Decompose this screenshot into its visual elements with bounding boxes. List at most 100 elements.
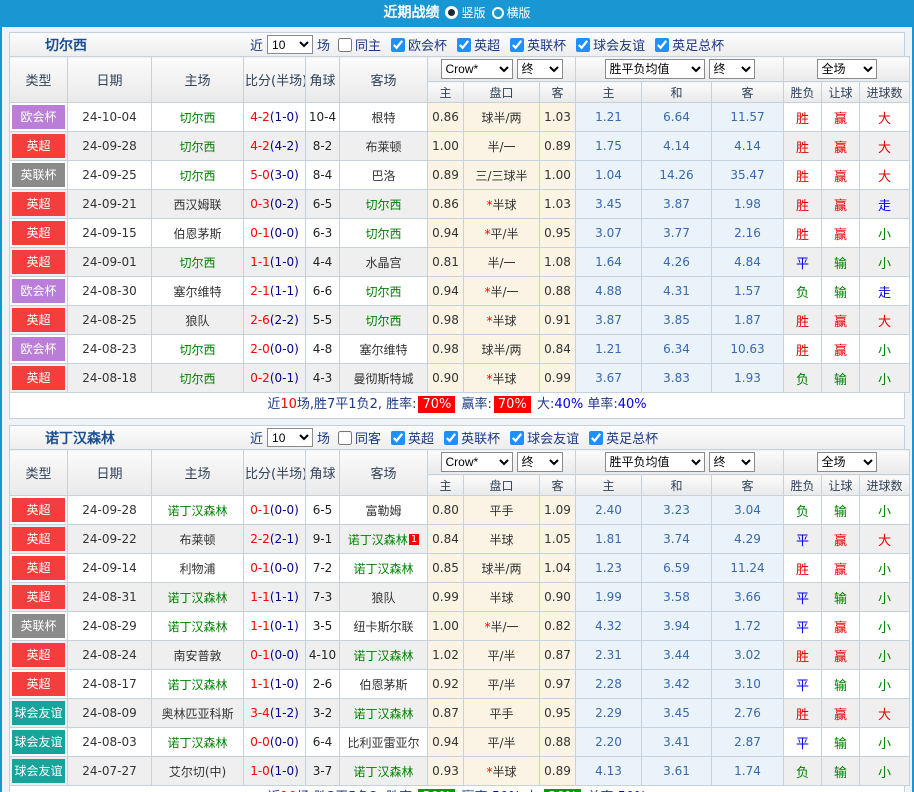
final-select-2[interactable]: 终 <box>709 59 755 79</box>
radio-vertical-selected-icon[interactable] <box>445 6 458 19</box>
scope-select[interactable]: 全场 <box>817 59 877 79</box>
halftime-score: (0-1) <box>270 619 299 633</box>
final-select-2[interactable]: 终 <box>709 452 755 472</box>
halftime-score: (1-0) <box>270 255 299 269</box>
final-select-1[interactable]: 终 <box>517 59 563 79</box>
score-cell: 2-1(1-1) <box>244 277 306 306</box>
bookmaker-select[interactable]: Crow* <box>441 59 513 79</box>
goals-result-cell: 小 <box>860 583 910 612</box>
league-type-cell: 英超 <box>10 496 68 525</box>
same-venue-label[interactable]: 同客 <box>355 428 381 447</box>
wdl-result-cell: 胜 <box>784 219 822 248</box>
avg-select[interactable]: 胜平负均值 <box>605 59 705 79</box>
wdl-result-cell: 平 <box>784 248 822 277</box>
radio-horizontal-icon[interactable] <box>492 7 504 19</box>
odds-home-cell: 1.00 <box>428 612 464 641</box>
sub-odds-away: 客 <box>540 475 576 496</box>
away-team-cell: 切尔西 <box>340 190 428 219</box>
same-venue-label[interactable]: 同主 <box>355 35 381 54</box>
score-cell: 0-2(0-1) <box>244 364 306 393</box>
handicap-result-cell: 赢 <box>822 335 860 364</box>
scope-select[interactable]: 全场 <box>817 452 877 472</box>
league-type-cell: 英超 <box>10 219 68 248</box>
league-type-cell: 球会友谊 <box>10 728 68 757</box>
league-checkbox-label[interactable]: 英联杯 <box>461 428 500 447</box>
league-checkbox-0[interactable] <box>391 431 405 445</box>
odds-home-cell: 0.86 <box>428 190 464 219</box>
same-venue-checkbox[interactable] <box>338 38 352 52</box>
corner-cell: 9-1 <box>306 525 340 554</box>
away-team-cell: 诺丁汉森林 <box>340 554 428 583</box>
match-row: 英联杯 24-09-25 切尔西 5-0(3-0) 8-4 巴洛 0.89 三/… <box>10 161 910 190</box>
handicap-result-cell: 赢 <box>822 525 860 554</box>
league-type-cell: 英超 <box>10 248 68 277</box>
sub-result-wdl: 胜负 <box>784 82 822 103</box>
same-venue-checkbox[interactable] <box>338 431 352 445</box>
league-checkbox-1[interactable] <box>444 431 458 445</box>
league-checkbox-1[interactable] <box>457 38 471 52</box>
corner-cell: 6-4 <box>306 728 340 757</box>
sub-odds-handicap: 盘口 <box>464 475 540 496</box>
fulltime-score: 0-1 <box>250 226 270 240</box>
match-row: 英超 24-08-31 诺丁汉森林 1-1(1-1) 7-3 狼队 0.99 半… <box>10 583 910 612</box>
odds-home-cell: 0.90 <box>428 364 464 393</box>
league-checkbox-label[interactable]: 英足总杯 <box>606 428 658 447</box>
avg-away-cell: 35.47 <box>712 161 784 190</box>
bookmaker-select[interactable]: Crow* <box>441 452 513 472</box>
league-checkbox-0[interactable] <box>391 38 405 52</box>
league-checkbox-4[interactable] <box>655 38 669 52</box>
avg-draw-cell: 6.64 <box>642 103 712 132</box>
league-type-cell: 欧会杯 <box>10 277 68 306</box>
odds-home-cell: 0.86 <box>428 103 464 132</box>
league-checkbox-label[interactable]: 英超 <box>474 35 500 54</box>
league-checkbox-label[interactable]: 英足总杯 <box>672 35 724 54</box>
fulltime-score: 0-3 <box>250 197 270 211</box>
score-cell: 1-1(1-0) <box>244 248 306 277</box>
corner-cell: 6-5 <box>306 496 340 525</box>
league-type-cell: 英超 <box>10 132 68 161</box>
col-date: 日期 <box>68 57 152 103</box>
league-checkbox-label[interactable]: 英联杯 <box>527 35 566 54</box>
fulltime-score: 1-1 <box>250 619 270 633</box>
odds-away-cell: 0.95 <box>540 699 576 728</box>
avg-home-cell: 1.04 <box>576 161 642 190</box>
league-checkbox-3[interactable] <box>589 431 603 445</box>
goals-result-cell: 小 <box>860 496 910 525</box>
near-count-select[interactable]: 10 <box>267 428 313 447</box>
league-checkbox-label[interactable]: 球会友谊 <box>527 428 579 447</box>
odds-home-cell: 0.94 <box>428 219 464 248</box>
league-checkbox-label[interactable]: 球会友谊 <box>593 35 645 54</box>
odds-away-cell: 0.91 <box>540 306 576 335</box>
avg-draw-cell: 3.58 <box>642 583 712 612</box>
avg-select[interactable]: 胜平负均值 <box>605 452 705 472</box>
near-count-select[interactable]: 10 <box>267 35 313 54</box>
avg-home-cell: 2.31 <box>576 641 642 670</box>
away-team-cell: 富勒姆 <box>340 496 428 525</box>
col-type: 类型 <box>10 57 68 103</box>
corner-cell: 4-3 <box>306 364 340 393</box>
titlebar: 近期战绩竖版横版 <box>2 0 912 27</box>
wdl-result-cell: 平 <box>784 583 822 612</box>
radio-vertical-label[interactable]: 竖版 <box>461 6 485 20</box>
avg-away-cell: 4.84 <box>712 248 784 277</box>
radio-horizontal-label[interactable]: 横版 <box>507 6 531 20</box>
odds-home-cell: 0.87 <box>428 699 464 728</box>
wdl-result-cell: 胜 <box>784 335 822 364</box>
league-checkbox-label[interactable]: 欧会杯 <box>408 35 447 54</box>
halftime-score: (1-2) <box>270 706 299 720</box>
league-type-cell: 英联杯 <box>10 161 68 190</box>
final-select-1[interactable]: 终 <box>517 452 563 472</box>
match-row: 欧会杯 24-08-23 切尔西 2-0(0-0) 4-8 塞尔维特 0.98 … <box>10 335 910 364</box>
summary-segment: 10 <box>280 397 297 412</box>
section-filters: 近 10 场 同客 英超英联杯球会友谊英足总杯 <box>250 428 660 447</box>
corner-cell: 3-2 <box>306 699 340 728</box>
handicap-result-cell: 输 <box>822 496 860 525</box>
score-cell: 2-0(0-0) <box>244 335 306 364</box>
league-checkbox-2[interactable] <box>510 431 524 445</box>
league-checkbox-label[interactable]: 英超 <box>408 428 434 447</box>
league-type-cell: 球会友谊 <box>10 699 68 728</box>
league-checkbox-2[interactable] <box>510 38 524 52</box>
sub-odds-away: 客 <box>540 82 576 103</box>
wdl-result-cell: 胜 <box>784 161 822 190</box>
league-checkbox-3[interactable] <box>576 38 590 52</box>
